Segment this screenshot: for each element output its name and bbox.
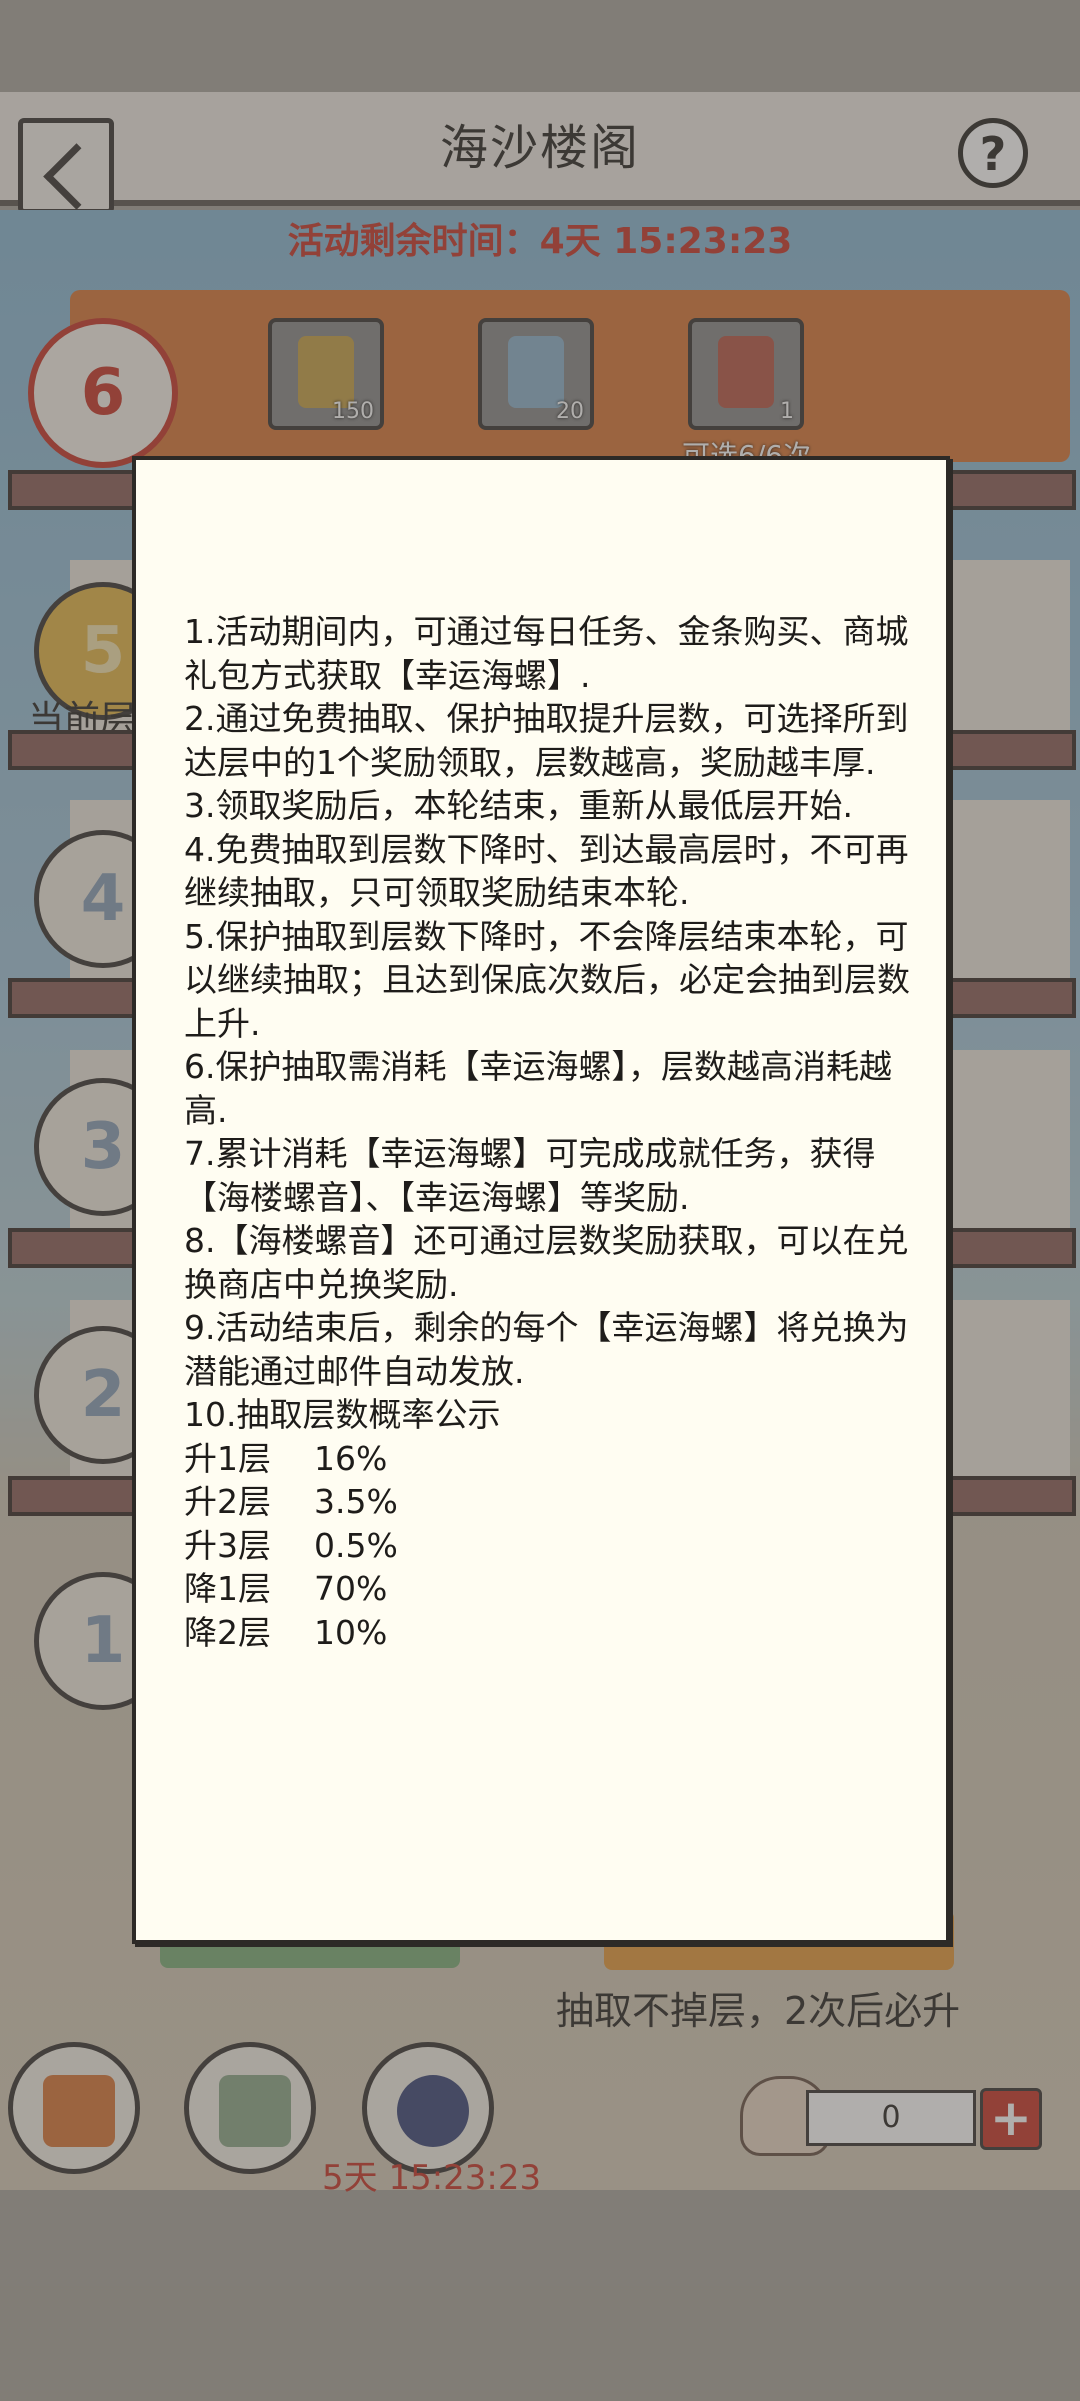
probability-value: 16%	[314, 1438, 388, 1478]
rule-item: 4.免费抽取到层数下降时、到达最高层时，不可再继续抽取，只可领取奖励结束本轮.	[184, 829, 909, 913]
rules-text: 1.活动期间内，可通过每日任务、金条购买、商城礼包方式获取【幸运海螺】. 2.通…	[184, 610, 914, 1654]
probability-value: 0.5%	[314, 1525, 398, 1565]
probability-row: 降1层 70%	[184, 1567, 914, 1611]
rules-dialog: 1.活动期间内，可通过每日任务、金条购买、商城礼包方式获取【幸运海螺】. 2.通…	[132, 456, 950, 1944]
probability-row: 降2层 10%	[184, 1611, 914, 1655]
rule-item: 8.【海楼螺音】还可通过层数奖励获取，可以在兑换商店中兑换奖励.	[184, 1221, 909, 1304]
probability-value: 70%	[314, 1569, 388, 1608]
probability-label: 升1层	[184, 1438, 271, 1478]
rule-item: 10.抽取层数概率公示	[184, 1395, 501, 1434]
rule-item: 6.保护抽取需消耗【幸运海螺】，层数越高消耗越高.	[184, 1047, 892, 1130]
game-screen: 海沙楼阁 ? 活动剩余时间：4天 15:23:23 6 150 20 1 可选6…	[0, 0, 1080, 2401]
probability-row: 升1层 16%	[184, 1437, 914, 1481]
probability-label: 升2层	[184, 1482, 271, 1521]
probability-row: 升3层 0.5%	[184, 1524, 914, 1568]
rule-item: 5.保护抽取到层数下降时，不会降层结束本轮，可以继续抽取；且达到保底次数后，必定…	[184, 916, 910, 1043]
rule-item: 3.领取奖励后，本轮结束，重新从最低层开始.	[184, 786, 853, 825]
probability-label: 降1层	[184, 1569, 271, 1608]
rule-item: 2.通过免费抽取、保护抽取提升层数，可选择所到达层中的1个奖励领取，层数越高，奖…	[184, 699, 909, 782]
rule-item: 1.活动期间内，可通过每日任务、金条购买、商城礼包方式获取【幸运海螺】.	[184, 612, 909, 695]
probability-row: 升2层 3.5%	[184, 1480, 914, 1524]
probability-value: 10%	[314, 1612, 388, 1652]
probability-label: 降2层	[184, 1612, 271, 1652]
probability-label: 升3层	[184, 1525, 271, 1565]
rule-item: 9.活动结束后，剩余的每个【幸运海螺】将兑换为潜能通过邮件自动发放.	[184, 1308, 909, 1391]
rule-item: 7.累计消耗【幸运海螺】可完成成就任务，获得【海楼螺音】、【幸运海螺】等奖励.	[184, 1134, 876, 1217]
probability-value: 3.5%	[314, 1482, 398, 1521]
